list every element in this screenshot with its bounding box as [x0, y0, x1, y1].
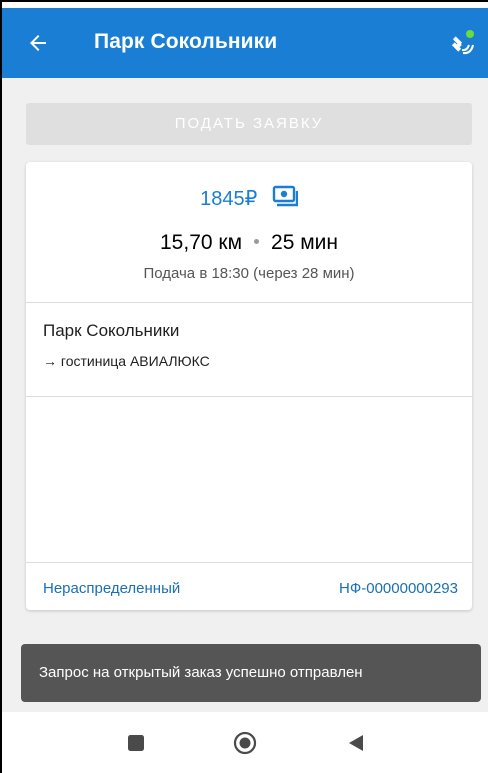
route-destination: → гостиница АВИАЛЮКС	[43, 353, 210, 369]
circle-home-icon[interactable]	[233, 731, 257, 755]
order-number[interactable]: НФ-00000000293	[339, 580, 458, 597]
satellite-gps-icon[interactable]	[446, 28, 476, 58]
square-recents-icon[interactable]	[126, 733, 146, 753]
order-status[interactable]: Нераспределенный	[43, 580, 180, 597]
divider	[26, 302, 472, 303]
page-title: Парк Сокольники	[94, 30, 278, 53]
system-nav-bar	[2, 712, 488, 773]
separator-dot	[254, 238, 260, 244]
order-price: 1845₽	[200, 188, 258, 210]
app-bar: Парк Сокольники	[2, 8, 488, 78]
pickup-time: Подача в 18:30 (через 28 мин)	[143, 265, 355, 282]
divider	[26, 562, 472, 563]
top-frame	[0, 0, 488, 8]
order-card[interactable]: 1845₽ 15,70 км 25 мин Подача в 18:30 (чер…	[26, 162, 472, 610]
price-row: 1845₽	[26, 185, 472, 212]
left-frame	[0, 0, 2, 773]
snackbar-message: Запрос на открытый заказ успешно отправл…	[39, 664, 363, 681]
cash-icon	[272, 185, 298, 206]
trip-duration: 25 мин	[271, 231, 338, 254]
trip-metrics: 15,70 км 25 мин	[26, 231, 472, 255]
arrow-left-icon[interactable]	[26, 31, 50, 55]
trip-distance: 15,70 км	[160, 231, 243, 254]
snackbar: Запрос на открытый заказ успешно отправл…	[21, 644, 481, 702]
divider	[26, 396, 472, 397]
route-origin: Парк Сокольники	[43, 321, 180, 340]
triangle-back-icon[interactable]	[346, 733, 366, 753]
screen: Парк Сокольники ПОДАТЬ ЗАЯВКУ 1845₽ 15,7…	[0, 0, 488, 773]
submit-request-button[interactable]: ПОДАТЬ ЗАЯВКУ	[26, 103, 472, 145]
